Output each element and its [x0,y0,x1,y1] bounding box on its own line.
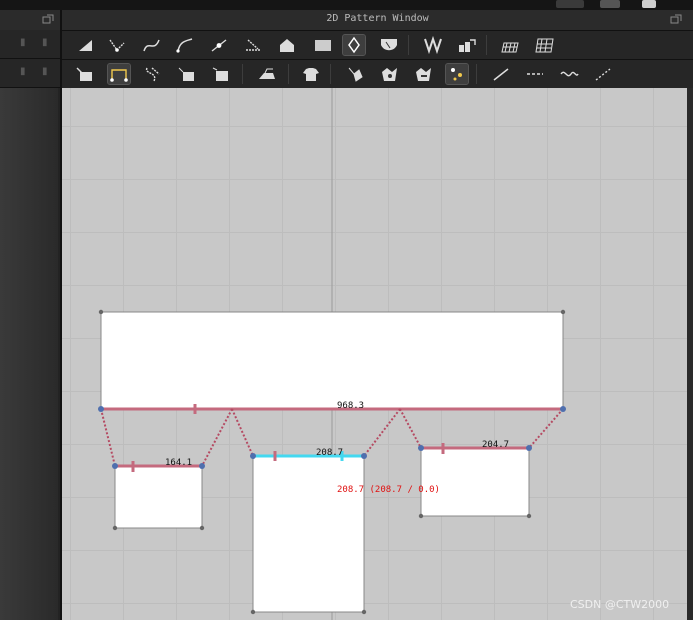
left-panel-toolbar-2: ▮ ▮ [0,59,60,88]
pattern-piece-right[interactable] [420,447,530,517]
add-point-icon[interactable] [208,35,230,55]
ghost-icon: ▮ [42,37,48,48]
window-title: 2D Pattern Window [326,13,429,24]
system-button[interactable] [556,0,584,8]
pattern-piece-left[interactable] [114,465,203,529]
pattern-drawing [98,88,566,620]
grid-icon[interactable] [500,35,522,55]
zigzag-icon[interactable] [592,64,614,84]
right-scroll-strip[interactable] [687,88,693,620]
free-sew-icon[interactable] [142,64,164,84]
measure-middle-detail: 208.7 (208.7 / 0.0) [337,485,440,495]
line-icon[interactable] [490,64,512,84]
dashed-line-icon[interactable] [524,64,546,84]
ellipse-icon[interactable] [342,34,366,56]
left-panel: ▮ ▮ ▮ ▮ [0,10,62,620]
pattern-piece-middle[interactable] [252,455,365,613]
measure-middle-piece: 208.7 [316,448,344,458]
toolbar-separator [242,64,243,84]
measure-right-piece: 204.7 [482,440,510,450]
mesh-icon[interactable] [534,35,556,55]
seam-select-icon[interactable] [74,64,96,84]
button-icon[interactable] [378,64,400,84]
pin-icon[interactable] [344,64,366,84]
measure-left-piece: 164.1 [165,458,193,468]
pattern-piece-top[interactable] [100,311,564,410]
left-panel-title [0,10,60,31]
popout-icon[interactable] [42,14,54,24]
left-panel-toolbar-1: ▮ ▮ [0,30,60,59]
measure-top-edge: 968.3 [337,401,365,411]
pattern-node-icon[interactable] [445,63,469,85]
dart-icon[interactable] [378,35,400,55]
toolbar-row-1 [62,31,693,60]
wave-line-icon[interactable] [558,64,580,84]
segment-sew-icon[interactable] [107,63,131,85]
ghost-icon: ▮ [20,66,26,77]
triangle-select-icon[interactable] [74,35,96,55]
toolbar-separator [476,64,477,84]
tack-icon[interactable] [176,64,198,84]
toolbar-separator [408,35,409,55]
toolbar-separator [288,64,289,84]
bezier-curve-icon[interactable] [174,35,196,55]
window-title-bar: 2D Pattern Window [62,10,693,31]
tack-move-icon[interactable] [210,64,232,84]
pattern-canvas[interactable]: 968.3 164.1 208.7 204.7 208.7 (208.7 / 0… [62,88,687,620]
point-edit-icon[interactable] [106,35,128,55]
toolbar-separator [330,64,331,84]
curve-point-icon[interactable] [140,35,162,55]
segment-icon[interactable] [242,35,264,55]
iron-icon[interactable] [256,64,278,84]
rectangle-icon[interactable] [312,35,334,55]
internal-shape-icon[interactable] [276,35,298,55]
ghost-icon: ▮ [20,37,26,48]
toolbar-separator [486,35,487,55]
trace-icon[interactable] [456,35,478,55]
user-icon [642,0,656,8]
left-panel-body [0,88,58,620]
fold-icon[interactable] [422,35,444,55]
toolbar-row-2 [62,60,693,89]
watermark: CSDN @CTW2000 [570,598,670,611]
buttonhole-icon[interactable] [412,64,434,84]
top-system-bar [0,0,693,10]
ghost-icon: ▮ [42,66,48,77]
speaker-icon [600,0,620,8]
garment-icon[interactable] [300,64,322,84]
popout-icon[interactable] [670,14,682,24]
